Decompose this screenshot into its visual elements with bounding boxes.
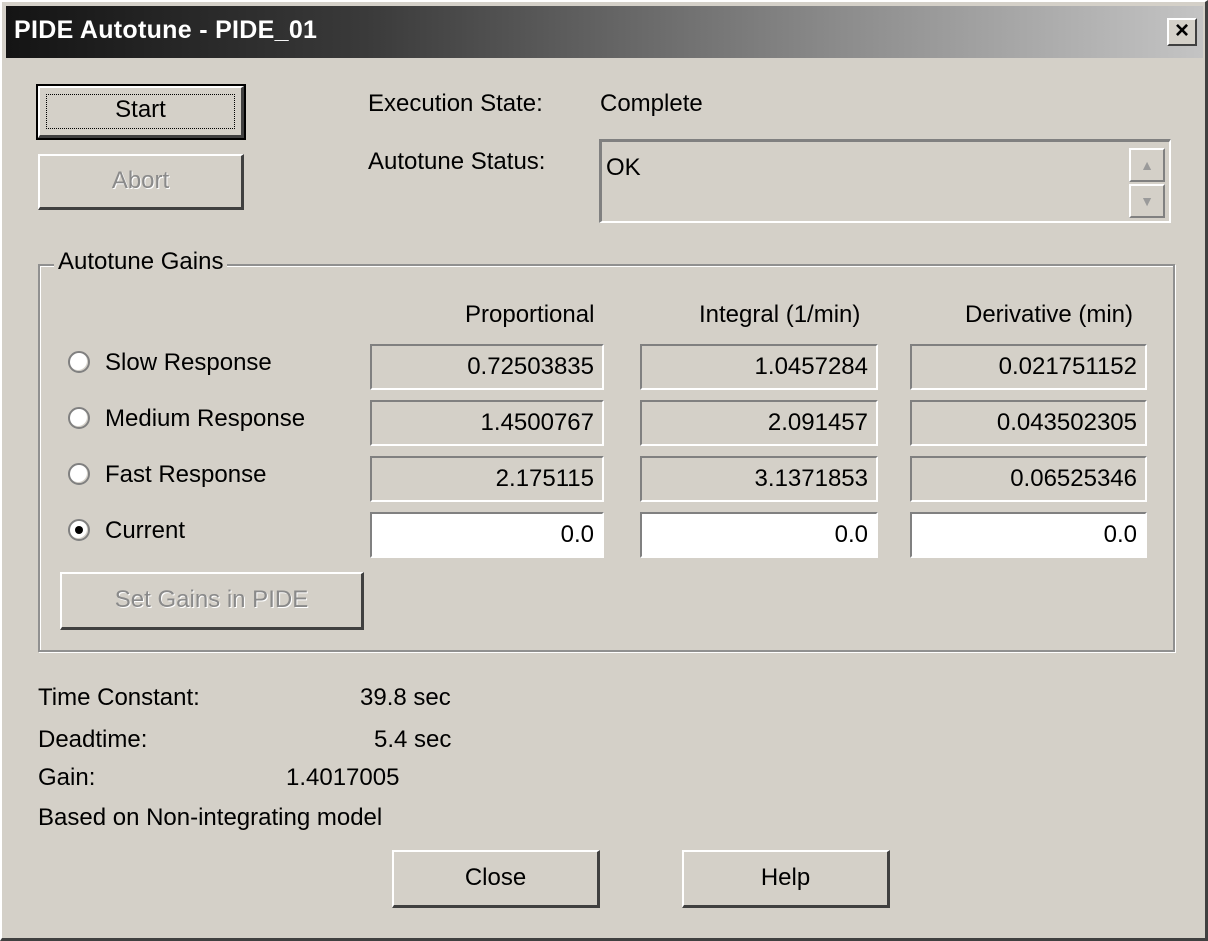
current-radio[interactable]: [68, 519, 90, 541]
current-derivative-input[interactable]: 0.0: [910, 512, 1147, 558]
set-gains-button[interactable]: Set Gains in PIDE: [60, 572, 364, 630]
column-header-derivative: Derivative (min): [965, 301, 1134, 328]
scroll-down-button[interactable]: ▼: [1129, 184, 1165, 218]
fast-integral-field: 3.1371853: [640, 456, 878, 502]
model-note: Based on Non-integrating model: [38, 804, 383, 831]
medium-derivative-field: 0.043502305: [910, 400, 1147, 446]
medium-integral-field: 2.091457: [640, 400, 878, 446]
time-constant-label: Time Constant:: [38, 684, 200, 711]
abort-button[interactable]: Abort: [38, 154, 244, 210]
help-button[interactable]: Help: [682, 850, 890, 908]
fast-derivative-field: 0.06525346: [910, 456, 1147, 502]
medium-response-label: Medium Response: [105, 405, 306, 432]
column-header-proportional: Proportional: [465, 301, 595, 328]
start-button[interactable]: Start: [36, 84, 246, 140]
scroll-up-icon: ▲: [1140, 157, 1154, 173]
slow-response-radio[interactable]: [68, 351, 90, 373]
column-header-integral: Integral (1/min): [699, 301, 861, 328]
autotune-status-value: OK: [606, 154, 641, 181]
gain-value: 1.4017005: [286, 764, 400, 791]
slow-response-label: Slow Response: [105, 349, 272, 376]
medium-response-radio[interactable]: [68, 407, 90, 429]
close-icon: ×: [1174, 17, 1189, 44]
deadtime-label: Deadtime:: [38, 726, 148, 753]
abort-button-label: Abort: [111, 167, 170, 194]
close-window-button[interactable]: ×: [1167, 18, 1197, 46]
deadtime-value: 5.4 sec: [374, 726, 452, 753]
close-button-label: Close: [464, 864, 527, 891]
close-button[interactable]: Close: [392, 850, 600, 908]
current-label: Current: [105, 517, 186, 544]
autotune-status-label: Autotune Status:: [368, 148, 546, 175]
focus-rectangle: [46, 94, 235, 129]
set-gains-button-label: Set Gains in PIDE: [114, 586, 309, 613]
title-bar[interactable]: PIDE Autotune - PIDE_01 ×: [6, 6, 1203, 58]
execution-state-label: Execution State:: [368, 90, 543, 117]
scroll-down-icon: ▼: [1140, 193, 1154, 209]
execution-state-value: Complete: [600, 90, 703, 117]
fast-response-label: Fast Response: [105, 461, 267, 488]
scroll-up-button[interactable]: ▲: [1129, 148, 1165, 182]
help-button-label: Help: [760, 864, 811, 891]
autotune-dialog: PIDE Autotune - PIDE_01 × Start Abort Ex…: [0, 0, 1208, 941]
slow-proportional-field: 0.72503835: [370, 344, 604, 390]
medium-proportional-field: 1.4500767: [370, 400, 604, 446]
fast-response-radio[interactable]: [68, 463, 90, 485]
gain-label: Gain:: [38, 764, 96, 791]
slow-integral-field: 1.0457284: [640, 344, 878, 390]
current-integral-input[interactable]: 0.0: [640, 512, 878, 558]
window-title: PIDE Autotune - PIDE_01: [14, 16, 318, 44]
slow-derivative-field: 0.021751152: [910, 344, 1147, 390]
autotune-status-box[interactable]: OK ▲ ▼: [599, 139, 1171, 223]
fast-proportional-field: 2.175115: [370, 456, 604, 502]
time-constant-value: 39.8 sec: [360, 684, 451, 711]
autotune-gains-title: Autotune Gains: [54, 248, 228, 276]
current-proportional-input[interactable]: 0.0: [370, 512, 604, 558]
